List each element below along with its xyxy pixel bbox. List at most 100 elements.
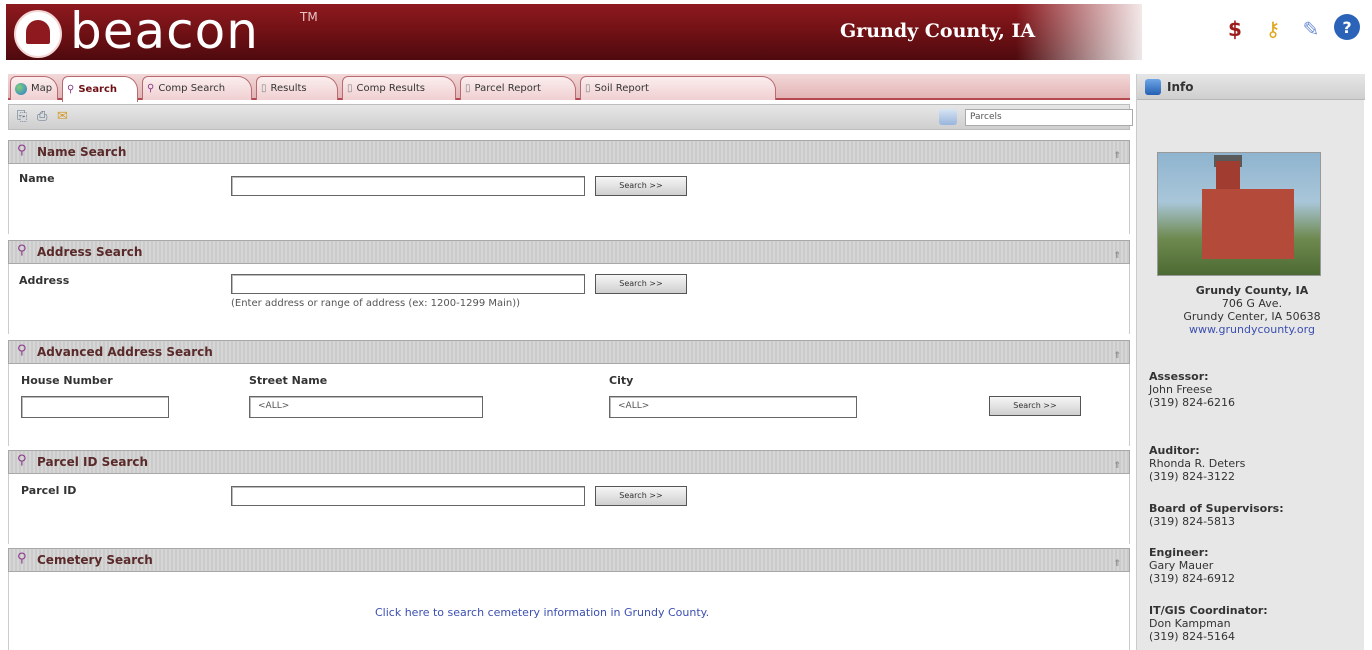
tab-label: Results bbox=[270, 83, 307, 94]
advanced-search-button[interactable]: Search >> bbox=[989, 396, 1081, 416]
document-icon: ▯ bbox=[347, 83, 353, 94]
contact-role: Board of Supervisors: bbox=[1149, 502, 1284, 515]
tab-results[interactable]: ▯ Results bbox=[256, 76, 338, 100]
address-input[interactable] bbox=[231, 274, 585, 294]
tab-parcel-report[interactable]: ▯ Parcel Report bbox=[460, 76, 576, 100]
house-number-input[interactable] bbox=[21, 396, 169, 418]
contact-assessor: Assessor: John Freese (319) 824-6216 bbox=[1149, 370, 1359, 409]
tab-label: Soil Report bbox=[594, 83, 649, 94]
address-search-header[interactable]: ⚲ Address Search ⇑ bbox=[8, 240, 1130, 264]
contact-name: John Freese bbox=[1149, 383, 1213, 396]
app-header: beacon TM Grundy County, IA $ ⚷ ✎ ? bbox=[0, 0, 1372, 62]
county-name: Grundy County, IA bbox=[1195, 284, 1309, 297]
contact-role: IT/GIS Coordinator: bbox=[1149, 604, 1268, 617]
contact-phone: (319) 824-3122 bbox=[1149, 470, 1236, 483]
contact-phone: (319) 824-5813 bbox=[1149, 515, 1236, 528]
address-label: Address bbox=[19, 274, 70, 287]
layers-icon[interactable] bbox=[939, 109, 957, 125]
tab-label: Parcel Report bbox=[474, 83, 541, 94]
contact-name: Don Kampman bbox=[1149, 617, 1231, 630]
contact-role: Auditor: bbox=[1149, 444, 1200, 457]
tab-search[interactable]: ⚲ Search bbox=[62, 76, 138, 102]
section-title: Parcel ID Search bbox=[37, 455, 149, 469]
contact-board-of-supervisors: Board of Supervisors: (319) 824-5813 bbox=[1149, 502, 1359, 528]
address-search-body: Address Search >> (Enter address or rang… bbox=[8, 264, 1130, 334]
cemetery-search-body: Click here to search cemetery informatio… bbox=[8, 572, 1130, 650]
document-icon: ▯ bbox=[261, 83, 267, 94]
address-search-button[interactable]: Search >> bbox=[595, 274, 687, 294]
info-title: Info bbox=[1167, 80, 1194, 94]
city-select[interactable]: <ALL> bbox=[609, 396, 857, 418]
contact-role: Engineer: bbox=[1149, 546, 1209, 559]
contact-engineer: Engineer: Gary Mauer (319) 824-6912 bbox=[1149, 546, 1359, 585]
county-website-link[interactable]: www.grundycounty.org bbox=[1145, 323, 1359, 336]
section-title: Advanced Address Search bbox=[37, 345, 213, 359]
search-icon: ⚲ bbox=[17, 551, 27, 566]
parcel-id-search-header[interactable]: ⚲ Parcel ID Search ⇑ bbox=[8, 450, 1130, 474]
contact-auditor: Auditor: Rhonda R. Deters (319) 824-3122 bbox=[1149, 444, 1359, 483]
parcel-id-search-body: Parcel ID Search >> bbox=[8, 474, 1130, 544]
cemetery-search-header[interactable]: ⚲ Cemetery Search ⇑ bbox=[8, 548, 1130, 572]
dollar-icon[interactable]: $ bbox=[1220, 14, 1250, 44]
email-icon[interactable]: ✉ bbox=[57, 110, 73, 124]
capitol-dome-icon bbox=[26, 20, 50, 44]
tab-label: Search bbox=[78, 84, 118, 95]
layer-select[interactable]: Parcels bbox=[965, 109, 1133, 126]
contact-phone: (319) 824-6216 bbox=[1149, 396, 1236, 409]
name-search-header[interactable]: ⚲ Name Search ⇑ bbox=[8, 140, 1130, 164]
contact-phone: (319) 824-6912 bbox=[1149, 572, 1236, 585]
help-icon[interactable]: ? bbox=[1334, 14, 1360, 40]
section-title: Cemetery Search bbox=[37, 553, 153, 567]
export-icon[interactable]: ⎘ bbox=[17, 110, 33, 124]
street-name-label: Street Name bbox=[249, 374, 328, 387]
tab-map[interactable]: Map bbox=[10, 76, 58, 100]
trademark-mark: TM bbox=[300, 10, 318, 24]
tab-label: Map bbox=[31, 83, 53, 94]
contact-it-gis-coordinator: IT/GIS Coordinator: Don Kampman (319) 82… bbox=[1149, 604, 1359, 643]
name-input[interactable] bbox=[231, 176, 585, 196]
action-toolbar: ⎘ ⎙ ✉ Parcels bbox=[8, 104, 1133, 130]
search-icon: ⚲ bbox=[17, 343, 27, 358]
advanced-address-search-body: House Number Street Name City <ALL> <ALL… bbox=[8, 364, 1130, 446]
info-icon bbox=[1145, 79, 1161, 95]
print-icon[interactable]: ⎙ bbox=[37, 110, 53, 124]
contact-role: Assessor: bbox=[1149, 370, 1209, 383]
globe-icon bbox=[15, 82, 27, 95]
tab-soil-report[interactable]: ▯ Soil Report bbox=[580, 76, 776, 100]
search-icon: ⚲ bbox=[17, 453, 27, 468]
key-icon[interactable]: ⚷ bbox=[1258, 14, 1288, 44]
cemetery-search-link[interactable]: Click here to search cemetery informatio… bbox=[375, 606, 709, 619]
county-contact-block: Grundy County, IA 706 G Ave. Grundy Cent… bbox=[1145, 284, 1359, 336]
parcel-id-search-button[interactable]: Search >> bbox=[595, 486, 687, 506]
courthouse-image bbox=[1157, 152, 1321, 276]
search-icon: ⚲ bbox=[147, 83, 155, 94]
contact-name: Gary Mauer bbox=[1149, 559, 1214, 572]
contact-name: Rhonda R. Deters bbox=[1149, 457, 1246, 470]
house-number-label: House Number bbox=[21, 374, 113, 387]
header-toolbar: $ ⚷ ✎ ? bbox=[1220, 14, 1360, 44]
name-search-button[interactable]: Search >> bbox=[595, 176, 687, 196]
section-title: Name Search bbox=[37, 145, 127, 159]
info-panel-header: Info bbox=[1137, 74, 1365, 100]
city-label: City bbox=[609, 374, 634, 387]
search-icon: ⚲ bbox=[17, 143, 27, 158]
search-icon: ⚲ bbox=[67, 84, 75, 95]
tab-comp-results[interactable]: ▯ Comp Results bbox=[342, 76, 456, 100]
tab-label: Comp Search bbox=[158, 83, 226, 94]
name-label: Name bbox=[19, 172, 55, 185]
street-name-select[interactable]: <ALL> bbox=[249, 396, 483, 418]
county-title: Grundy County, IA bbox=[840, 20, 1036, 42]
document-icon: ▯ bbox=[585, 83, 591, 94]
pencil-icon[interactable]: ✎ bbox=[1296, 14, 1326, 44]
parcel-id-input[interactable] bbox=[231, 486, 585, 506]
address-hint: (Enter address or range of address (ex: … bbox=[231, 298, 521, 309]
advanced-address-search-header[interactable]: ⚲ Advanced Address Search ⇑ bbox=[8, 340, 1130, 364]
section-title: Address Search bbox=[37, 245, 143, 259]
info-panel: Info Grundy County, IA 706 G Ave. Grundy… bbox=[1136, 74, 1365, 650]
courthouse-building bbox=[1202, 189, 1294, 259]
tab-label: Comp Results bbox=[356, 83, 425, 94]
search-icon: ⚲ bbox=[17, 243, 27, 258]
contact-phone: (319) 824-5164 bbox=[1149, 630, 1236, 643]
address-line-2: Grundy Center, IA 50638 bbox=[1183, 310, 1321, 323]
tab-comp-search[interactable]: ⚲ Comp Search bbox=[142, 76, 252, 100]
